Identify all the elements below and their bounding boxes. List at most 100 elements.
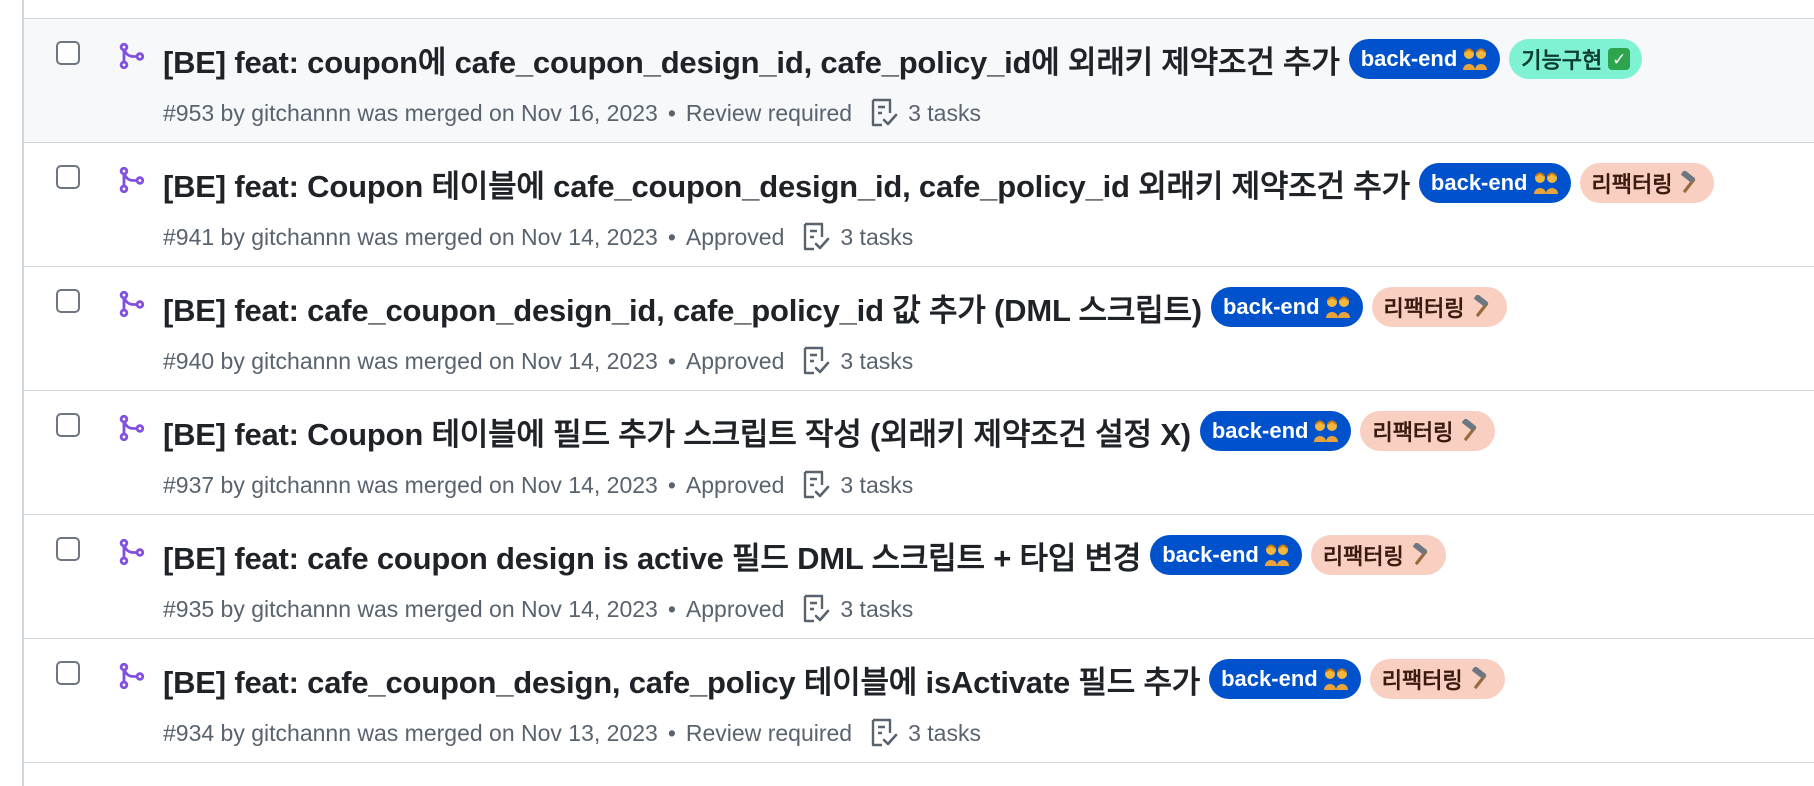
label-feature[interactable]: 기능구현 ✓: [1509, 39, 1643, 79]
label-refactoring[interactable]: 리팩터링: [1371, 287, 1507, 327]
pr-title-link[interactable]: [BE] feat: cafe_coupon_design_id, cafe_p…: [163, 285, 1202, 330]
pr-title-line: [BE] feat: cafe_coupon_design_id, cafe_p…: [163, 285, 1804, 329]
task-progress[interactable]: 3 tasks: [870, 718, 981, 748]
label-back-end[interactable]: back-end: [1199, 411, 1352, 451]
review-status-link[interactable]: Approved: [686, 472, 784, 499]
git-merge-icon: [119, 662, 145, 690]
meta-separator: •: [667, 223, 676, 250]
people-emoji-icon: [1323, 668, 1348, 690]
label-back-end[interactable]: back-end: [1418, 163, 1571, 203]
checklist-icon: [804, 470, 830, 499]
pr-meta-text: #941 by gitchannn was merged on Nov 14, …: [163, 223, 658, 250]
review-status-link[interactable]: Review required: [686, 100, 852, 127]
hammer-icon: [1462, 419, 1477, 441]
pr-meta-line: #934 by gitchannn was merged on Nov 13, …: [163, 715, 981, 751]
people-emoji-icon: [1325, 296, 1350, 318]
pr-meta-text: #934 by gitchannn was merged on Nov 13, …: [163, 719, 658, 746]
task-count: 3 tasks: [840, 471, 914, 498]
task-progress[interactable]: 3 tasks: [802, 346, 913, 376]
pr-title-link[interactable]: [BE] feat: cafe_coupon_design, cafe_poli…: [163, 657, 1200, 702]
label-back-end[interactable]: back-end: [1348, 39, 1501, 79]
pr-meta-text: #953 by gitchannn was merged on Nov 16, …: [163, 99, 658, 126]
task-progress[interactable]: 3 tasks: [802, 594, 913, 624]
pr-meta-line: #941 by gitchannn was merged on Nov 14, …: [163, 219, 913, 255]
pull-request-row[interactable]: [BE] feat: Coupon 테이블에 필드 추가 스크립트 작성 (외래…: [24, 391, 1814, 515]
git-merge-icon: [119, 42, 145, 70]
task-count: 3 tasks: [840, 223, 914, 250]
task-count: 3 tasks: [840, 595, 914, 622]
pr-title-link[interactable]: [BE] feat: cafe coupon design is active …: [163, 533, 1141, 578]
label-refactoring[interactable]: 리팩터링: [1579, 163, 1715, 203]
pr-meta-text: #935 by gitchannn was merged on Nov 14, …: [163, 595, 658, 622]
people-emoji-icon: [1314, 420, 1339, 442]
pr-title-line: [BE] feat: coupon에 cafe_coupon_design_id…: [163, 37, 1804, 81]
git-merge-icon: [119, 290, 145, 318]
label-back-end[interactable]: back-end: [1210, 287, 1363, 327]
select-checkbox[interactable]: [56, 537, 80, 561]
pull-request-row[interactable]: [BE] feat: cafe_coupon_design_id, cafe_p…: [24, 267, 1814, 391]
label-refactoring[interactable]: 리팩터링: [1310, 535, 1446, 575]
label-text: back-end: [1221, 666, 1318, 691]
label-text: 리팩터링: [1322, 544, 1404, 569]
pr-meta-line: #940 by gitchannn was merged on Nov 14, …: [163, 343, 913, 379]
task-count: 3 tasks: [840, 347, 914, 374]
task-progress[interactable]: 3 tasks: [802, 470, 913, 500]
pull-request-row[interactable]: [BE] feat: coupon에 cafe_coupon_design_id…: [24, 19, 1814, 143]
pull-request-row[interactable]: [BE] feat: cafe coupon design is active …: [24, 515, 1814, 639]
checklist-icon: [871, 718, 898, 747]
checklist-icon: [871, 98, 898, 127]
label-back-end[interactable]: back-end: [1209, 659, 1361, 699]
hammer-icon: [1681, 171, 1696, 193]
checklist-icon: [804, 346, 830, 375]
checklist-icon: [804, 594, 830, 623]
label-text: back-end: [1211, 418, 1309, 443]
checklist-icon: [804, 222, 830, 251]
meta-separator: •: [667, 347, 676, 374]
review-status-link[interactable]: Approved: [686, 596, 784, 623]
select-checkbox[interactable]: [56, 41, 80, 65]
review-status-link[interactable]: Approved: [686, 224, 784, 251]
label-text: 리팩터링: [1591, 172, 1673, 197]
pr-title-line: [BE] feat: Coupon 테이블에 cafe_coupon_desig…: [163, 161, 1804, 205]
pr-meta-text: #937 by gitchannn was merged on Nov 14, …: [163, 471, 658, 498]
label-text: back-end: [1162, 542, 1259, 567]
pr-title-link[interactable]: [BE] feat: coupon에 cafe_coupon_design_id…: [163, 37, 1340, 82]
pr-title-line: [BE] feat: cafe_coupon_design, cafe_poli…: [163, 657, 1804, 701]
pull-request-row[interactable]: [BE] feat: cafe_coupon_design, cafe_poli…: [24, 639, 1814, 763]
task-progress[interactable]: 3 tasks: [870, 98, 981, 128]
label-text: 리팩터링: [1383, 296, 1465, 321]
pull-request-list: [BE] feat: coupon에 cafe_coupon_design_id…: [24, 19, 1814, 763]
pr-title-line: [BE] feat: Coupon 테이블에 필드 추가 스크립트 작성 (외래…: [163, 409, 1804, 453]
pr-meta-line: #953 by gitchannn was merged on Nov 16, …: [163, 95, 981, 131]
check-mark-button-icon: ✓: [1608, 48, 1631, 70]
git-merge-icon: [119, 166, 145, 194]
pr-list-frame: [BE] feat: coupon에 cafe_coupon_design_id…: [0, 0, 1814, 786]
task-progress[interactable]: 3 tasks: [802, 222, 913, 252]
pr-meta-text: #940 by gitchannn was merged on Nov 14, …: [163, 347, 658, 374]
review-status-link[interactable]: Review required: [686, 720, 852, 747]
select-checkbox[interactable]: [56, 289, 80, 313]
meta-separator: •: [667, 471, 676, 498]
label-refactoring[interactable]: 리팩터링: [1360, 411, 1496, 451]
people-emoji-icon: [1463, 48, 1488, 70]
pull-request-row[interactable]: [BE] feat: Coupon 테이블에 cafe_coupon_desig…: [24, 143, 1814, 267]
select-checkbox[interactable]: [56, 413, 80, 437]
task-count: 3 tasks: [908, 99, 981, 126]
review-status-link[interactable]: Approved: [686, 348, 784, 375]
label-text: 리팩터링: [1381, 668, 1463, 693]
git-merge-icon: [119, 414, 145, 442]
label-text: back-end: [1430, 170, 1528, 195]
pr-title-line: [BE] feat: cafe coupon design is active …: [163, 533, 1804, 577]
select-checkbox[interactable]: [56, 165, 80, 189]
pr-title-link[interactable]: [BE] feat: Coupon 테이블에 필드 추가 스크립트 작성 (외래…: [163, 409, 1191, 454]
hammer-icon: [1412, 543, 1428, 565]
select-checkbox[interactable]: [56, 661, 80, 685]
meta-separator: •: [667, 719, 676, 746]
label-refactoring[interactable]: 리팩터링: [1369, 659, 1505, 699]
label-text: 리팩터링: [1372, 420, 1454, 445]
pr-meta-line: #937 by gitchannn was merged on Nov 14, …: [163, 467, 913, 503]
pr-title-link[interactable]: [BE] feat: Coupon 테이블에 cafe_coupon_desig…: [163, 161, 1410, 206]
label-text: 기능구현: [1521, 48, 1603, 73]
label-back-end[interactable]: back-end: [1150, 535, 1302, 575]
hammer-icon: [1471, 667, 1486, 689]
